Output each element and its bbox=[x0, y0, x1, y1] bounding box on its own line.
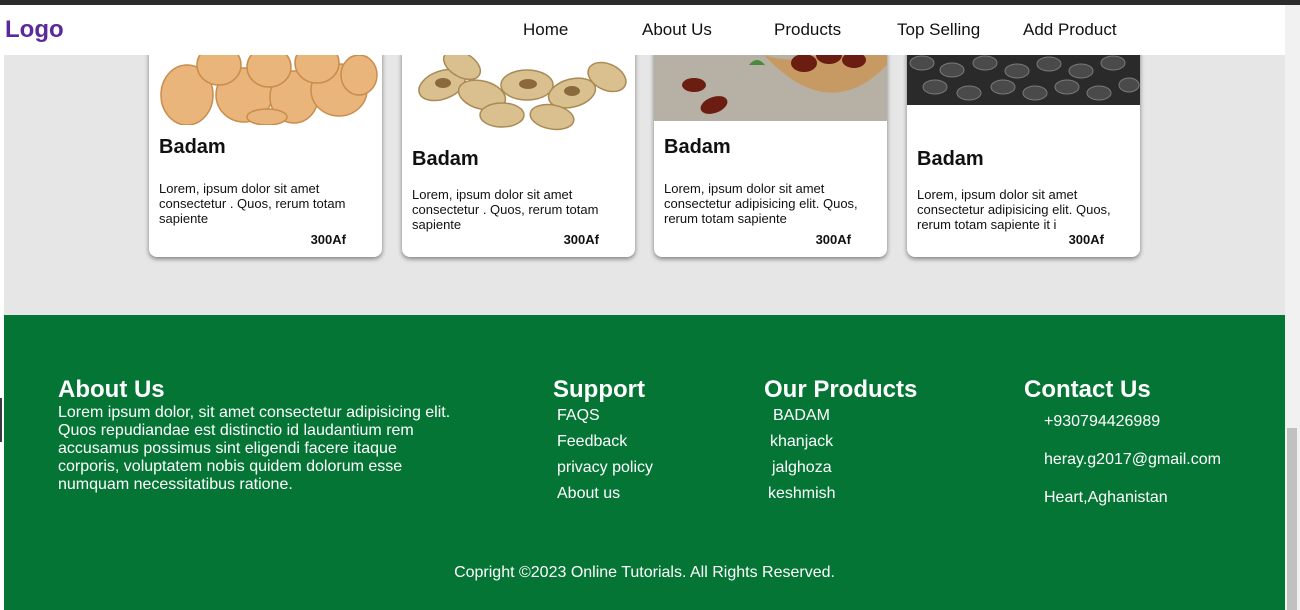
product-description: Lorem, ipsum dolor sit amet consectetur … bbox=[159, 181, 346, 226]
copyright-text: Copright ©2023 Online Tutorials. All Rig… bbox=[454, 564, 835, 581]
product-description: Lorem, ipsum dolor sit amet consectetur … bbox=[412, 187, 599, 232]
footer-link-khanjack[interactable]: khanjack bbox=[770, 433, 833, 451]
product-description: Lorem, ipsum dolor sit amet consectetur … bbox=[664, 181, 858, 226]
product-title: Badam bbox=[159, 136, 226, 158]
nav-home[interactable]: Home bbox=[523, 20, 568, 40]
footer-about-text: Lorem ipsum dolor, sit amet consectetur … bbox=[58, 404, 451, 493]
footer-contact-heading: Contact Us bbox=[1024, 376, 1151, 403]
product-title: Badam bbox=[664, 136, 731, 158]
nav-add-product[interactable]: Add Product bbox=[1023, 20, 1117, 40]
page: Badam Lorem, ipsum dolor sit amet consec… bbox=[4, 5, 1285, 610]
product-title: Badam bbox=[917, 148, 984, 170]
footer-products-heading: Our Products bbox=[764, 376, 918, 403]
product-title: Badam bbox=[412, 148, 479, 170]
product-price: 300Af bbox=[1068, 232, 1104, 247]
footer-link-keshmish[interactable]: keshmish bbox=[768, 485, 836, 503]
footer-link-jalghoza[interactable]: jalghoza bbox=[772, 459, 832, 477]
nav-about-us[interactable]: About Us bbox=[642, 20, 712, 40]
contact-email[interactable]: heray.g2017@gmail.com bbox=[1044, 451, 1221, 469]
logo[interactable]: Logo bbox=[5, 16, 64, 44]
footer-link-privacy-policy[interactable]: privacy policy bbox=[557, 459, 653, 477]
footer-link-feedback[interactable]: Feedback bbox=[557, 433, 627, 451]
product-description: Lorem, ipsum dolor sit amet consectetur … bbox=[917, 187, 1111, 232]
footer-about-heading: About Us bbox=[58, 376, 165, 403]
window-edge-mark bbox=[0, 398, 2, 442]
navbar: Logo Home About Us Products Top Selling … bbox=[4, 5, 1285, 55]
footer-link-badam[interactable]: BADAM bbox=[773, 407, 830, 425]
footer: About Us Lorem ipsum dolor, sit amet con… bbox=[4, 315, 1285, 610]
footer-link-about-us[interactable]: About us bbox=[557, 485, 620, 503]
nav-products[interactable]: Products bbox=[774, 20, 841, 40]
product-price: 300Af bbox=[815, 232, 851, 247]
nav-top-selling[interactable]: Top Selling bbox=[897, 20, 980, 40]
footer-link-faqs[interactable]: FAQS bbox=[557, 407, 600, 425]
product-price: 300Af bbox=[310, 232, 346, 247]
scrollbar-thumb[interactable] bbox=[1287, 428, 1297, 610]
product-price: 300Af bbox=[563, 232, 599, 247]
contact-phone: +930794426989 bbox=[1044, 413, 1161, 430]
contact-address: Heart,Aghanistan bbox=[1044, 489, 1168, 506]
footer-support-heading: Support bbox=[553, 376, 645, 403]
